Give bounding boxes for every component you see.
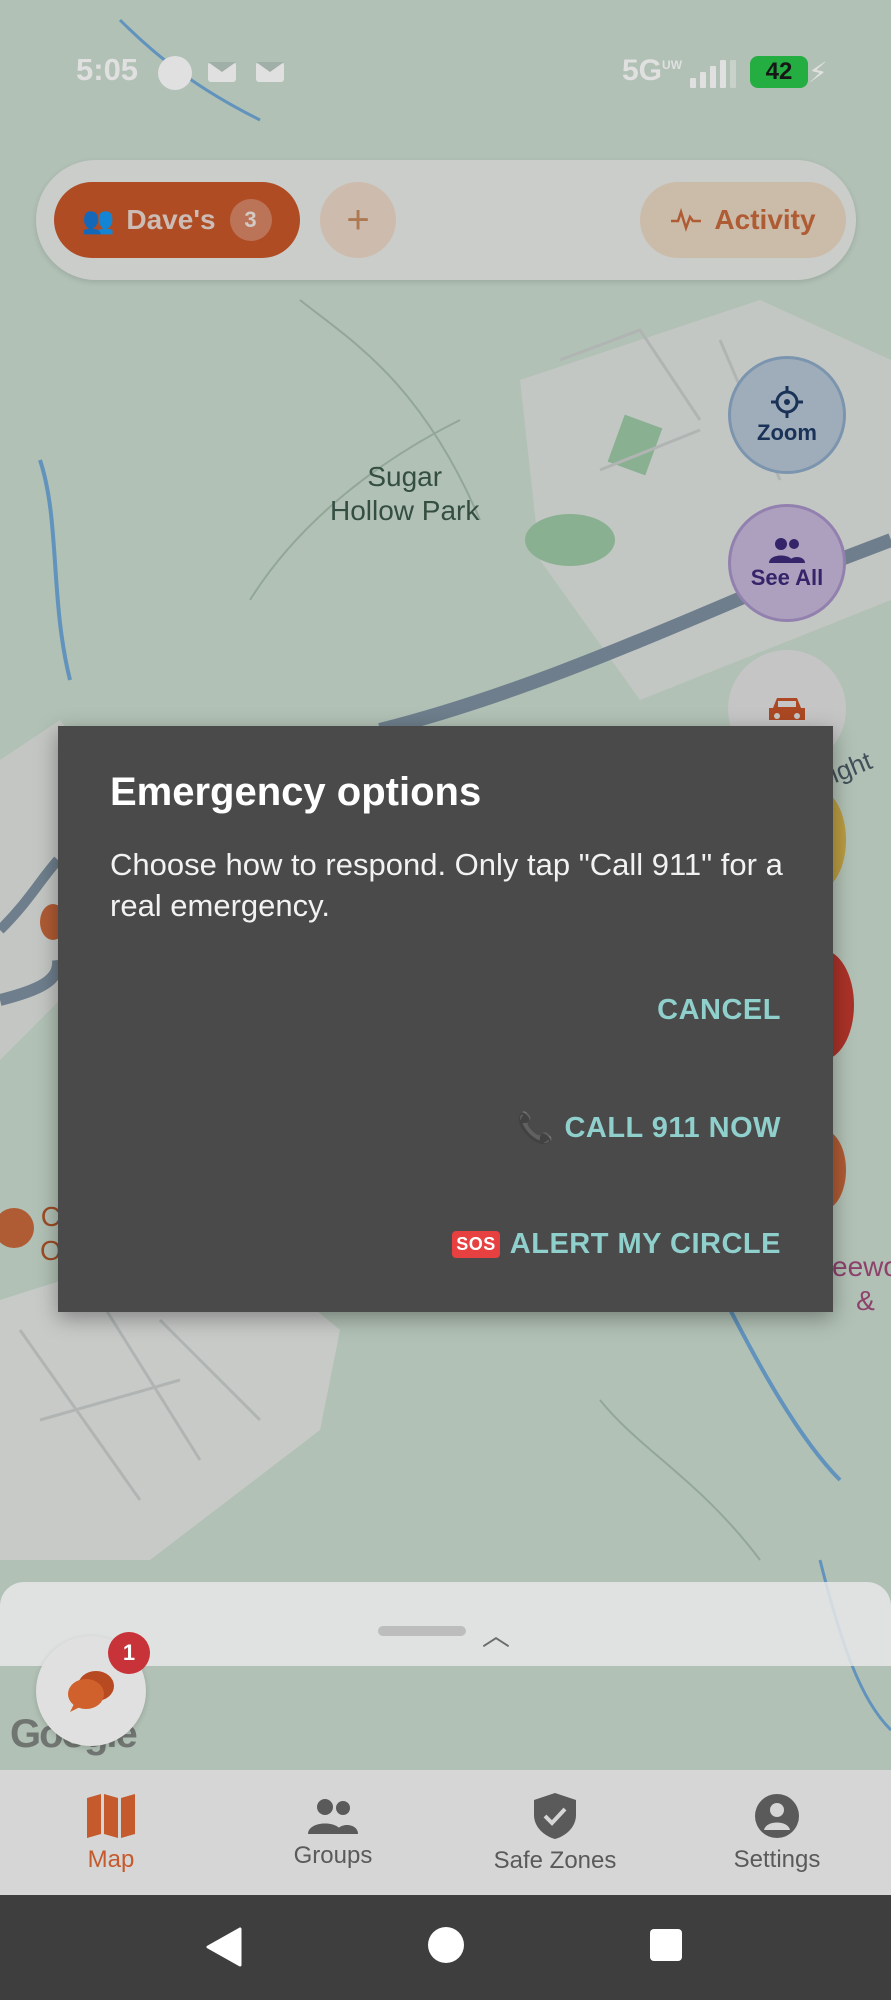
nav-item-groups[interactable]: Groups (222, 1770, 444, 1895)
dialog-message: Choose how to respond. Only tap "Call 91… (110, 847, 783, 923)
chat-unread-badge: 1 (108, 1632, 150, 1674)
call-911-button[interactable]: 📞 CALL 911 NOW (517, 1111, 781, 1146)
nav-item-map[interactable]: Map (0, 1770, 222, 1895)
cancel-label: CANCEL (657, 994, 781, 1026)
sos-icon: SOS (452, 1231, 500, 1258)
dialog-title: Emergency options (110, 770, 482, 814)
alert-circle-button[interactable]: SOS ALERT MY CIRCLE (452, 1228, 781, 1261)
call-911-label: CALL 911 NOW (564, 1112, 781, 1144)
recents-icon[interactable] (648, 1927, 684, 1963)
chat-bubbles-icon (68, 1671, 114, 1712)
account-icon (755, 1793, 799, 1838)
chevron-up-icon[interactable]: ︿ (482, 1614, 510, 1654)
nav-label-map: Map (87, 1845, 135, 1873)
shield-check-icon (534, 1792, 576, 1839)
alert-circle-label: ALERT MY CIRCLE (509, 1228, 781, 1260)
back-icon[interactable] (204, 1925, 244, 1969)
emergency-options-dialog: Emergency options Choose how to respond.… (58, 726, 833, 1312)
groups-icon (308, 1798, 358, 1834)
nav-item-safe-zones[interactable]: Safe Zones (444, 1770, 666, 1895)
system-navigation-bar (0, 1895, 891, 2000)
phone-icon: 📞 (516, 1112, 555, 1145)
nav-item-settings[interactable]: Settings (666, 1770, 888, 1895)
nav-label-groups: Groups (293, 1841, 373, 1869)
cancel-button[interactable]: CANCEL (657, 994, 781, 1027)
sheet-drag-handle[interactable] (378, 1626, 466, 1636)
nav-label-settings: Settings (733, 1845, 821, 1873)
home-icon[interactable] (426, 1925, 466, 1965)
map-icon (87, 1793, 135, 1838)
nav-label-safe-zones: Safe Zones (493, 1846, 617, 1874)
bottom-navigation: Map Groups Safe Zones Settings (0, 1770, 891, 1895)
